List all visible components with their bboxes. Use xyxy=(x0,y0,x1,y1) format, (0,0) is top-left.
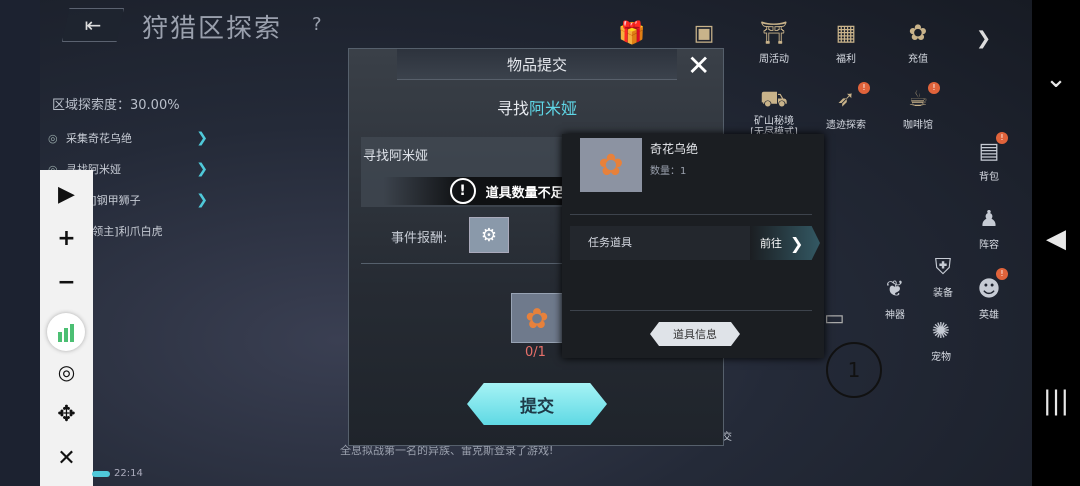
hero-button[interactable]: ☻ 英雄 xyxy=(966,276,1012,321)
pet-label: 宠物 xyxy=(931,352,951,363)
weekly-event-label: 周活动 xyxy=(759,54,789,65)
notification-badge: ! xyxy=(996,132,1008,144)
flower-icon: ✿ xyxy=(908,21,928,46)
stats-icon[interactable] xyxy=(47,313,85,351)
exit-icon: ⇤ xyxy=(84,13,102,37)
task-item[interactable]: ◎ 采集奇花乌绝 ❯ xyxy=(48,122,208,153)
chat-icon[interactable]: ▭ xyxy=(824,306,845,331)
item-name: 奇花乌绝 xyxy=(650,142,699,156)
divider xyxy=(570,310,812,311)
battery-icon xyxy=(92,471,110,477)
gift-box-icon: ▦ xyxy=(835,21,857,46)
pet-button[interactable]: ✺ 宠物 xyxy=(918,318,964,363)
chest-icon: ▣ xyxy=(693,21,715,46)
wings-icon: ❦ xyxy=(885,277,905,302)
explore-progress: 区域探索度：30.00% xyxy=(52,98,180,113)
zoom-in-icon[interactable]: + xyxy=(40,226,93,251)
flower-item-icon: ✿ xyxy=(580,138,642,192)
item-count: 0/1 xyxy=(525,345,546,360)
chevron-right-icon: ❯ xyxy=(790,233,804,253)
artifact-label: 神器 xyxy=(885,310,905,321)
gate-icon: ⛩ xyxy=(760,21,788,46)
system-nav-bar: ⌄ ◀ ||| xyxy=(1032,0,1080,486)
welfare-button[interactable]: ▦ 福利 xyxy=(818,20,874,65)
recent-apps-icon[interactable]: ||| xyxy=(1032,386,1080,416)
chevron-right-icon: ❯ xyxy=(196,160,208,177)
move-icon[interactable]: ✥ xyxy=(40,402,93,427)
chest-menu-button[interactable]: ▣ xyxy=(676,20,732,50)
divider xyxy=(570,214,812,215)
clock: 22:14 xyxy=(114,468,143,479)
task-item-label: 任务道具 xyxy=(588,236,632,249)
bag-label: 背包 xyxy=(979,172,999,183)
hero-label: 英雄 xyxy=(979,310,999,321)
notification-badge: ! xyxy=(996,268,1008,280)
close-tool-icon[interactable]: ✕ xyxy=(40,446,93,471)
submit-button[interactable]: 提交 xyxy=(467,383,607,425)
chess-icon: ♟ xyxy=(979,207,999,232)
chevron-right-icon: ❯ xyxy=(196,191,208,208)
pet-icon: ✺ xyxy=(931,319,951,344)
reward-item-icon[interactable]: ⚙ xyxy=(469,217,509,253)
welfare-label: 福利 xyxy=(836,54,856,65)
overlay-toolbar: ▶ + − ◎ ✥ ✕ xyxy=(40,170,93,486)
flower-item-icon[interactable]: ✿ xyxy=(511,293,563,343)
quest-label: 寻找阿米娅 xyxy=(363,149,429,164)
reward-label: 事件报酬: xyxy=(391,231,448,246)
armor-icon: ⛨ xyxy=(934,255,952,280)
item-info-button[interactable]: 道具信息 xyxy=(650,322,740,346)
zoom-out-icon[interactable]: − xyxy=(40,270,93,295)
back-button[interactable]: ⇤ xyxy=(62,8,124,42)
ruins-label: 遗迹探索 xyxy=(826,120,866,131)
notification-badge: ! xyxy=(858,82,870,94)
artifact-button[interactable]: ❦ 神器 xyxy=(872,276,918,321)
gift-icon: 🎁 xyxy=(618,21,646,46)
recharge-label: 充值 xyxy=(908,54,928,65)
item-tooltip: ✿ 奇花乌绝 数量：1 任务道具 前往 ❯ 道具信息 xyxy=(562,134,824,358)
hero-icon: ☻ xyxy=(977,277,1001,302)
page-title: 狩猎区探索 xyxy=(142,14,283,44)
task-icon: ◎ xyxy=(48,131,58,145)
mine-realm-button[interactable]: ⛟ 矿山秘境 [无尽模式] xyxy=(746,86,802,138)
gift-menu-button[interactable]: 🎁 xyxy=(604,20,660,50)
warning-icon: ! xyxy=(449,178,476,204)
dialog-subtitle: 寻找阿米娅 xyxy=(496,99,578,118)
play-icon[interactable]: ▶ xyxy=(40,182,93,207)
bag-button[interactable]: ▤ 背包 xyxy=(966,138,1012,183)
crosshair-icon[interactable]: 1 xyxy=(826,342,882,398)
goto-button[interactable]: 前往 ❯ xyxy=(750,226,820,260)
train-icon: ⛟ xyxy=(760,87,788,112)
close-icon[interactable]: ✕ xyxy=(687,51,710,81)
expand-menu-icon[interactable]: ❯ xyxy=(976,28,991,49)
recharge-button[interactable]: ✿ 充值 xyxy=(890,20,946,65)
lineup-label: 阵容 xyxy=(979,240,999,251)
back-arrow-icon[interactable]: ◀ xyxy=(1032,224,1080,254)
help-icon[interactable]: ? xyxy=(312,14,322,35)
weekly-event-button[interactable]: ⛩ 周活动 xyxy=(746,20,802,65)
lineup-button[interactable]: ♟ 阵容 xyxy=(966,206,1012,251)
equipment-button[interactable]: ⛨ 装备 xyxy=(920,254,966,299)
cafe-label: 咖啡馆 xyxy=(903,120,933,131)
item-quantity: 数量：1 xyxy=(650,166,687,177)
chevron-right-icon: ❯ xyxy=(196,129,208,146)
equipment-label: 装备 xyxy=(933,288,953,299)
chevron-down-icon[interactable]: ⌄ xyxy=(1032,64,1080,94)
notification-badge: ! xyxy=(928,82,940,94)
dialog-title: 物品提交 xyxy=(397,49,677,80)
hide-eye-icon[interactable]: ◎ xyxy=(40,360,93,384)
horn-icon: ➶ xyxy=(836,87,856,112)
task-label: 采集奇花乌绝 xyxy=(66,131,132,145)
